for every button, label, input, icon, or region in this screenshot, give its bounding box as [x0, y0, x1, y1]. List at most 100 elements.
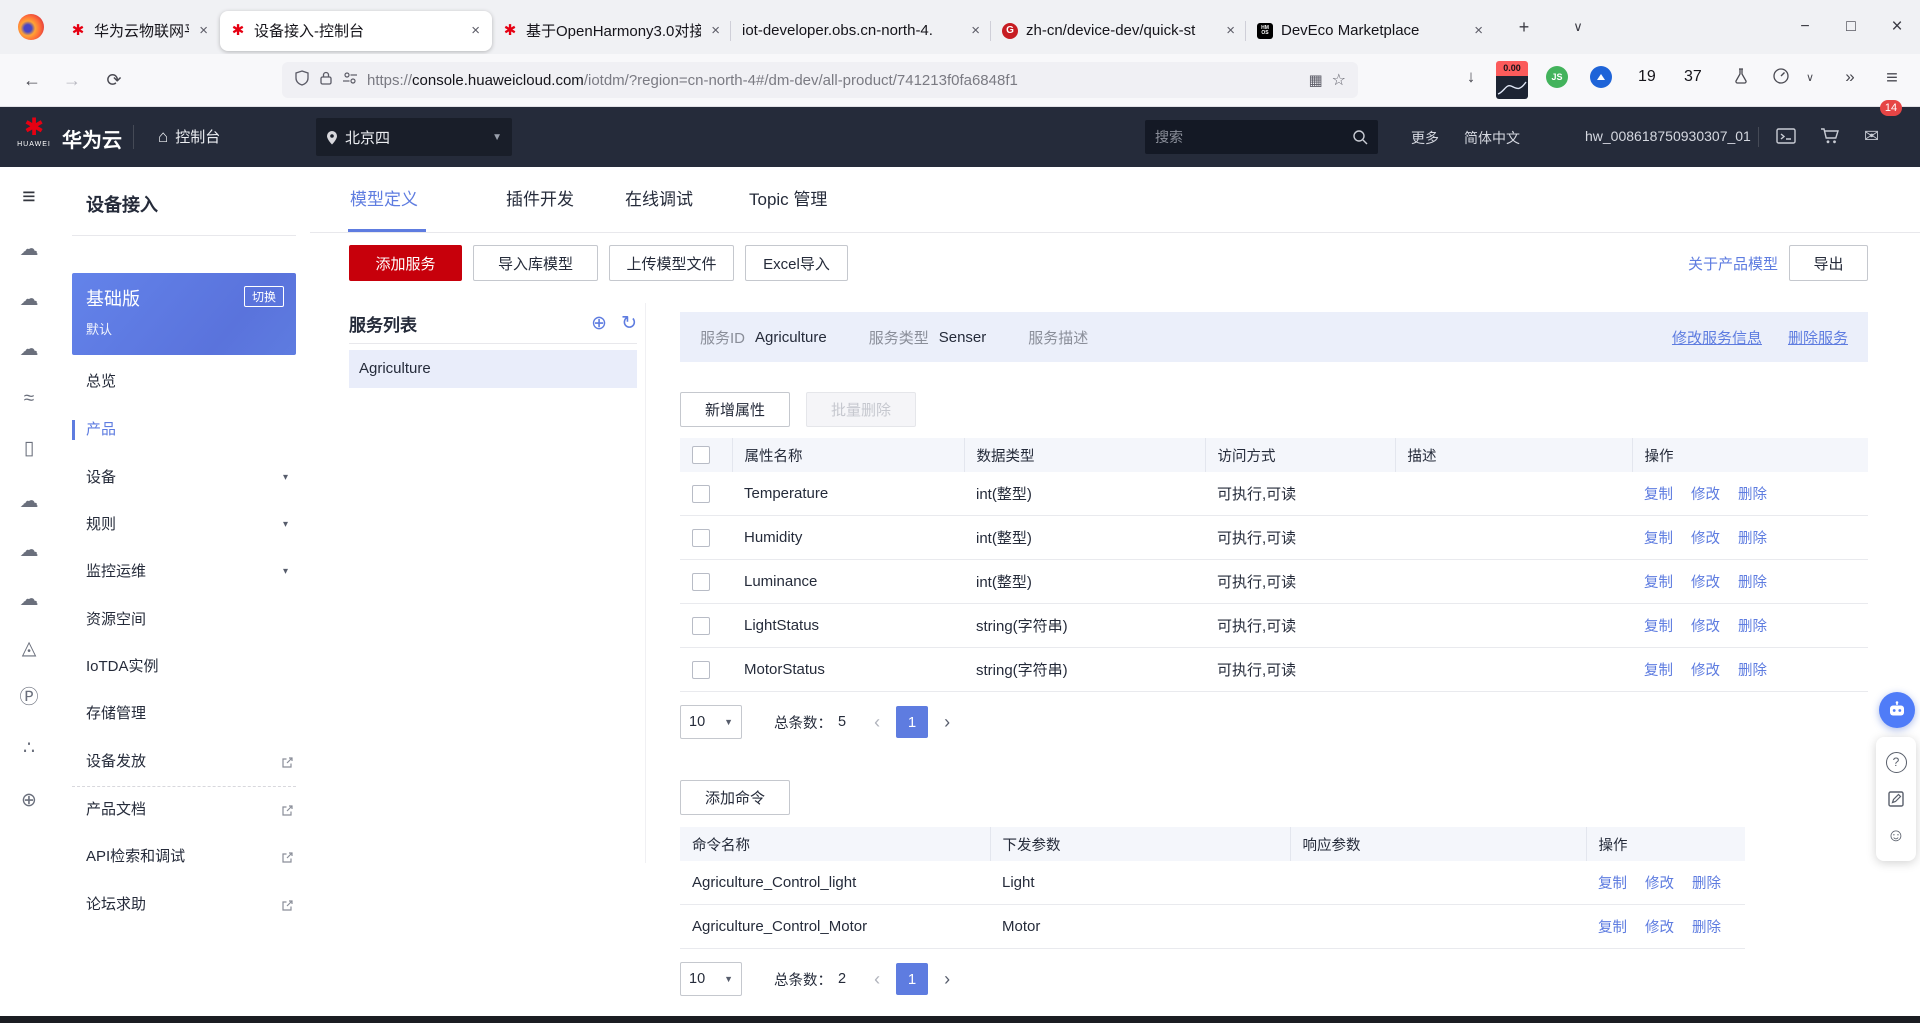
- sidebar-item-resource-space[interactable]: 资源空间: [86, 608, 294, 632]
- edit-link[interactable]: 修改: [1691, 619, 1720, 635]
- browser-tab-6[interactable]: HM OS DevEco Marketplace ×: [1245, 11, 1495, 51]
- customer-service-robot-button[interactable]: [1879, 692, 1915, 728]
- overflow-menu-icon[interactable]: »: [1838, 67, 1862, 87]
- edit-link[interactable]: 修改: [1691, 531, 1720, 547]
- browser-tab-3[interactable]: ✱ 基于OpenHarmony3.0对接 ×: [492, 11, 732, 51]
- feedback-icon[interactable]: [1887, 790, 1905, 808]
- delete-link[interactable]: 删除: [1692, 876, 1721, 892]
- delete-link[interactable]: 删除: [1738, 531, 1767, 547]
- copy-link[interactable]: 复制: [1644, 487, 1673, 503]
- edit-link[interactable]: 修改: [1691, 575, 1720, 591]
- tab-close-icon[interactable]: ×: [1472, 22, 1485, 39]
- delete-link[interactable]: 删除: [1692, 920, 1721, 936]
- app-menu-icon[interactable]: ≡: [1878, 67, 1906, 90]
- tab-model-definition[interactable]: 模型定义: [350, 185, 418, 215]
- cloud-icon[interactable]: ☁: [0, 490, 58, 514]
- mail-icon[interactable]: ✉: [1864, 126, 1879, 147]
- row-checkbox[interactable]: [692, 660, 710, 679]
- new-tab-button[interactable]: +: [1509, 17, 1539, 38]
- console-home-link[interactable]: ⌂ 控制台: [158, 126, 220, 147]
- tab-close-icon[interactable]: ×: [1224, 22, 1237, 39]
- cloud-dots-icon[interactable]: ☁: [0, 288, 58, 312]
- row-checkbox[interactable]: [692, 484, 710, 503]
- window-restore-button[interactable]: □: [1828, 18, 1874, 36]
- tab-close-icon[interactable]: ×: [709, 22, 722, 39]
- chevron-down-icon[interactable]: ∨: [1800, 71, 1820, 84]
- header-search-input[interactable]: 搜索: [1145, 120, 1378, 154]
- add-service-icon[interactable]: ⊕: [591, 312, 607, 335]
- cloud-sync-icon[interactable]: ☁: [0, 588, 58, 612]
- delete-link[interactable]: 删除: [1738, 663, 1767, 679]
- cloud-server-icon[interactable]: ☁: [0, 338, 58, 362]
- forward-icon[interactable]: →: [58, 66, 86, 94]
- sidebar-item-forum-help[interactable]: 论坛求助: [86, 893, 294, 917]
- cluster-icon[interactable]: ∴: [0, 737, 58, 761]
- url-text[interactable]: https://console.huaweicloud.com/iotdm/?r…: [367, 72, 1299, 89]
- add-service-button[interactable]: 添加服务: [349, 245, 462, 281]
- sidebar-item-monitoring[interactable]: 监控运维 ▾: [86, 560, 294, 584]
- sidebar-item-overview[interactable]: 总览: [86, 370, 294, 394]
- copy-link[interactable]: 复制: [1644, 575, 1673, 591]
- extension-counter-a[interactable]: 19: [1638, 68, 1656, 86]
- browser-tab-5[interactable]: G zh-cn/device-dev/quick-st ×: [990, 11, 1247, 51]
- delete-service-link[interactable]: 删除服务: [1788, 327, 1848, 348]
- sidebar-item-storage[interactable]: 存储管理: [86, 702, 294, 726]
- sidebar-item-rules[interactable]: 规则 ▾: [86, 513, 294, 537]
- service-list-item-selected[interactable]: Agriculture: [349, 350, 637, 388]
- beacon-icon[interactable]: ◬: [0, 637, 58, 661]
- tab-close-icon[interactable]: ×: [969, 22, 982, 39]
- delete-link[interactable]: 删除: [1738, 619, 1767, 635]
- current-page[interactable]: 1: [896, 963, 929, 995]
- row-checkbox[interactable]: [692, 528, 710, 547]
- url-bar[interactable]: https://console.huaweicloud.com/iotdm/?r…: [282, 62, 1358, 98]
- current-page[interactable]: 1: [896, 706, 929, 738]
- browser-tab-1[interactable]: ✱ 华为云物联网平台_华为云Io ×: [60, 11, 220, 51]
- select-all-checkbox[interactable]: [692, 446, 710, 464]
- tab-close-icon[interactable]: ×: [469, 22, 482, 39]
- sidebar-item-device[interactable]: 设备 ▾: [86, 466, 294, 490]
- device-icon[interactable]: ▯: [0, 437, 58, 461]
- brand-title[interactable]: 华为云: [62, 124, 122, 153]
- cli-console-icon[interactable]: [1776, 127, 1796, 150]
- cart-icon[interactable]: [1820, 127, 1840, 150]
- shield-icon[interactable]: [294, 69, 310, 91]
- js-extension-icon[interactable]: JS: [1546, 66, 1568, 88]
- account-username[interactable]: hw_008618750930307_01: [1585, 128, 1751, 144]
- cloud-drive-extension-icon[interactable]: [1590, 66, 1612, 88]
- about-product-model-link[interactable]: 关于产品模型: [1688, 253, 1778, 274]
- browser-tab-2-active[interactable]: ✱ 设备接入-控制台 ×: [220, 10, 492, 51]
- tab-topic-management[interactable]: Topic 管理: [749, 185, 827, 215]
- edition-switch-button[interactable]: 切换: [243, 286, 284, 307]
- qr-code-icon[interactable]: ▦: [1308, 71, 1322, 89]
- prev-page-icon[interactable]: ‹: [874, 969, 880, 990]
- cloud-upload-icon[interactable]: ☁: [0, 539, 58, 563]
- region-selector[interactable]: 北京四 ▼: [316, 118, 512, 156]
- page-size-select[interactable]: 10 ▼: [680, 962, 742, 996]
- add-command-button[interactable]: 添加命令: [680, 780, 790, 815]
- menu-icon[interactable]: ≡: [0, 184, 58, 208]
- window-minimize-button[interactable]: −: [1782, 18, 1828, 36]
- stock-extension-icon[interactable]: 0.00: [1496, 61, 1528, 99]
- back-icon[interactable]: ←: [18, 66, 46, 94]
- search-icon[interactable]: [1352, 129, 1368, 145]
- upload-model-file-button[interactable]: 上传模型文件: [609, 245, 734, 281]
- help-icon[interactable]: ?: [1885, 751, 1907, 773]
- import-library-model-button[interactable]: 导入库模型: [473, 245, 598, 281]
- sidebar-item-product[interactable]: 产品: [86, 418, 294, 442]
- excel-import-button[interactable]: Excel导入: [745, 245, 848, 281]
- globe-icon[interactable]: ⊕: [0, 789, 58, 813]
- add-property-button[interactable]: 新增属性: [680, 392, 790, 427]
- bookmark-star-icon[interactable]: ☆: [1332, 70, 1346, 90]
- copy-link[interactable]: 复制: [1644, 663, 1673, 679]
- refresh-icon[interactable]: ↻: [621, 312, 637, 335]
- huawei-logo[interactable]: ✱ HUAWEI: [14, 115, 54, 149]
- export-button[interactable]: 导出: [1789, 245, 1868, 281]
- more-menu[interactable]: 更多: [1411, 128, 1439, 148]
- edit-link[interactable]: 修改: [1645, 920, 1674, 936]
- sidebar-item-device-provisioning[interactable]: 设备发放: [86, 750, 294, 774]
- waves-icon[interactable]: ≈: [0, 387, 58, 411]
- tab-close-icon[interactable]: ×: [197, 22, 210, 39]
- extension-counter-b[interactable]: 37: [1684, 68, 1702, 86]
- edit-link[interactable]: 修改: [1645, 876, 1674, 892]
- tab-online-debug[interactable]: 在线调试: [625, 185, 693, 215]
